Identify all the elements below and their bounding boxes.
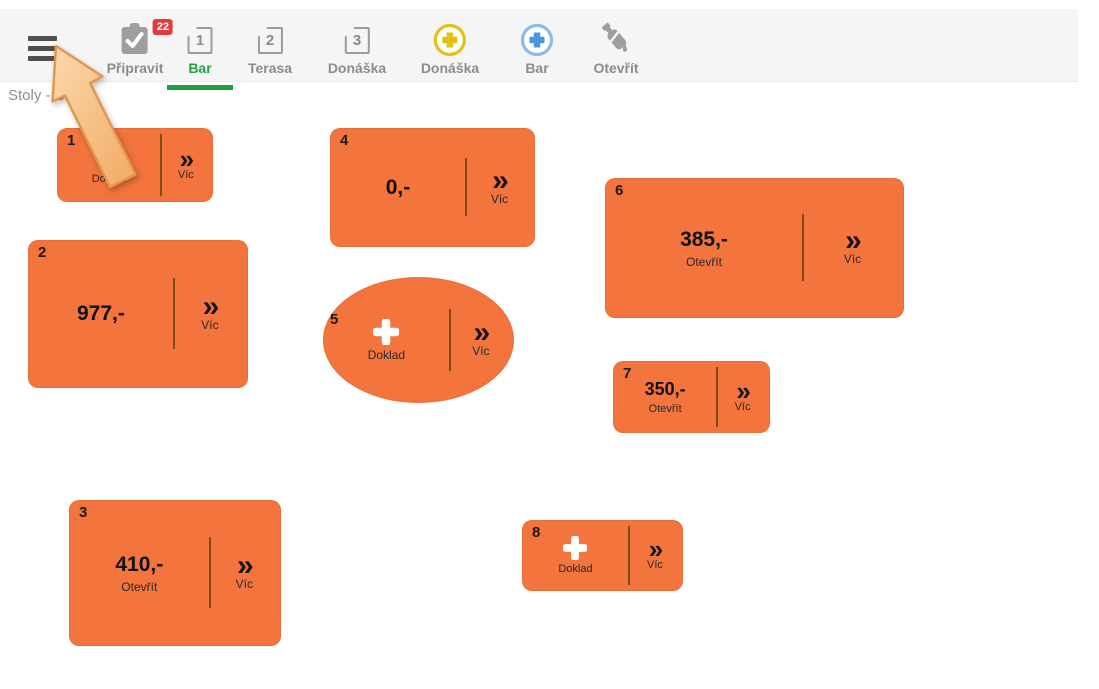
tab-label: Bar [525, 60, 548, 76]
table-card-5[interactable]: 5 Doklad » Víc [323, 277, 514, 403]
bottle-drop-icon [598, 22, 634, 58]
tab-label: Bar [188, 60, 211, 76]
clipboard-check-icon [119, 23, 151, 57]
more-chevrons-icon: » [845, 230, 860, 252]
table-number-1-icon: 1 [188, 27, 213, 54]
more-chevrons-icon: » [203, 296, 218, 318]
table-card-1[interactable]: 1 Doklad » Víc [57, 128, 213, 202]
more-chevrons-icon: » [237, 555, 252, 577]
more-label: Víc [236, 577, 253, 591]
hamburger-bar [28, 36, 57, 41]
table-card-3[interactable]: 3 410,- Otevřít » Víc [69, 500, 281, 646]
amount-label: 350,- [645, 379, 686, 400]
table-open-zone[interactable]: 977,- [29, 241, 173, 387]
amount-label: 977,- [77, 302, 125, 326]
tab-pripravit[interactable]: 22 Připravit [107, 21, 164, 76]
status-label: Otevřít [121, 580, 157, 594]
table-more-zone[interactable]: » Víc [449, 278, 513, 402]
more-label: Víc [201, 318, 218, 332]
table-more-zone[interactable]: » Víc [628, 521, 682, 590]
plus-icon [97, 146, 121, 170]
more-chevrons-icon: » [180, 150, 192, 169]
table-card-7[interactable]: 7 350,- Otevřít » Víc [613, 361, 770, 433]
more-label: Víc [844, 252, 861, 266]
table-more-zone[interactable]: » Víc [802, 179, 903, 317]
page-title: Stoly - Bar [8, 87, 78, 104]
doklad-label: Doklad [92, 173, 126, 185]
plus-icon [373, 319, 399, 345]
hamburger-bar [28, 56, 57, 61]
tab-label: Otevřít [593, 60, 638, 76]
tab-label: Donáška [421, 60, 479, 76]
table-open-zone[interactable]: 350,- Otevřít [614, 362, 716, 432]
plus-circle-blue-icon [520, 23, 554, 57]
more-label: Víc [735, 401, 751, 413]
hamburger-bar [28, 46, 57, 51]
tab-bar-1[interactable]: 1 Bar [188, 21, 213, 76]
amount-label: 0,- [386, 176, 411, 200]
table-card-4[interactable]: 4 0,- » Víc [330, 128, 535, 247]
more-label: Víc [491, 192, 508, 206]
table-more-zone[interactable]: » Víc [160, 129, 212, 201]
table-open-zone[interactable]: 410,- Otevřít [70, 501, 209, 645]
active-tab-underline [167, 85, 233, 90]
tab-donaska-3[interactable]: 3 Donáška [328, 21, 386, 76]
more-label: Víc [178, 169, 194, 181]
plus-icon [563, 536, 587, 560]
status-label: Otevřít [649, 403, 682, 415]
tab-label: Terasa [248, 60, 292, 76]
tab-otevrit[interactable]: Otevřít [593, 21, 638, 76]
tab-label: Donáška [328, 60, 386, 76]
amount-label: 385,- [680, 228, 728, 252]
more-chevrons-icon: » [649, 540, 661, 559]
tab-new-bar[interactable]: Bar [520, 21, 554, 76]
notification-badge: 22 [153, 19, 173, 35]
hamburger-menu-icon[interactable] [28, 36, 57, 61]
doklad-label: Doklad [368, 348, 405, 362]
more-chevrons-icon: » [492, 170, 507, 192]
table-doklad-zone[interactable]: Doklad [523, 521, 628, 590]
table-more-zone[interactable]: » Víc [209, 501, 280, 645]
table-card-6[interactable]: 6 385,- Otevřít » Víc [605, 178, 904, 318]
tab-terasa[interactable]: 2 Terasa [248, 21, 292, 76]
table-doklad-zone[interactable]: Doklad [58, 129, 160, 201]
table-doklad-zone[interactable]: Doklad [324, 278, 449, 402]
toolbar: 22 Připravit 1 Bar 2 Terasa 3 Donáška Do… [0, 9, 1078, 82]
doklad-label: Doklad [558, 563, 592, 575]
table-open-zone[interactable]: 0,- [331, 129, 465, 246]
more-chevrons-icon: » [474, 322, 489, 344]
tab-label: Připravit [107, 60, 164, 76]
table-more-zone[interactable]: » Víc [173, 241, 247, 387]
more-chevrons-icon: » [736, 382, 748, 401]
table-more-zone[interactable]: » Víc [465, 129, 534, 246]
table-number-3-icon: 3 [344, 27, 369, 54]
table-card-2[interactable]: 2 977,- » Víc [28, 240, 248, 388]
status-label: Otevřít [686, 255, 722, 269]
more-label: Víc [647, 559, 663, 571]
plus-circle-yellow-icon [433, 23, 467, 57]
more-label: Víc [472, 344, 489, 358]
table-more-zone[interactable]: » Víc [716, 362, 769, 432]
table-number-2-icon: 2 [257, 27, 282, 54]
tab-new-donaska[interactable]: Donáška [421, 21, 479, 76]
table-card-8[interactable]: 8 Doklad » Víc [522, 520, 683, 591]
amount-label: 410,- [115, 553, 163, 577]
table-open-zone[interactable]: 385,- Otevřít [606, 179, 802, 317]
